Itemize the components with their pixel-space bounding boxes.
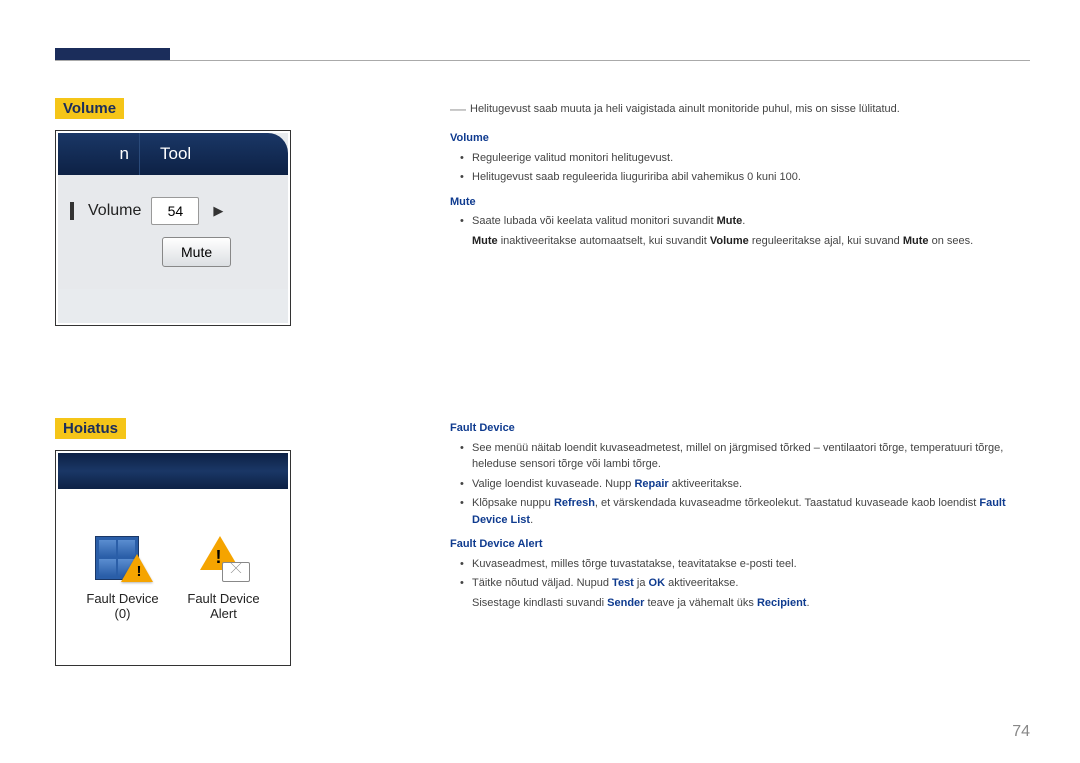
term-mute: Mute	[472, 235, 498, 247]
tab-tool[interactable]: Tool	[140, 133, 288, 175]
label-line: Fault Device	[86, 591, 158, 606]
envelope-icon	[222, 562, 250, 582]
list-item: Täitke nõutud väljad. Nupud Test ja OK a…	[472, 575, 1030, 592]
intro-line: ― Helitugevust saab muuta ja heli vaigist…	[450, 98, 1030, 122]
fault-device-bullet-list: See menüü näitab loendit kuvaseadmetest,…	[450, 440, 1030, 529]
term-ok: OK	[649, 577, 666, 589]
header-accent-bar	[55, 48, 170, 60]
volume-arrow-icon[interactable]: ▶	[209, 199, 227, 223]
volume-area: Volume 54 ▶ Mute	[58, 175, 288, 289]
tab-left-fragment: n	[58, 133, 140, 175]
list-item: Reguleerige valitud monitori helitugevus…	[472, 150, 1030, 167]
text-fragment: Saate lubada või keelata valitud monitor…	[472, 215, 717, 227]
text-fragment: Sisestage kindlasti suvandi	[472, 597, 607, 609]
fault-alert-label: Fault Device Alert	[187, 592, 259, 622]
list-item: Klõpsake nuppu Refresh, et värskendada k…	[472, 495, 1030, 528]
term-sender: Sender	[607, 597, 644, 609]
text-fragment: Täitke nõutud väljad. Nupud	[472, 577, 612, 589]
list-item: Kuvaseadmest, milles tõrge tuvastatakse,…	[472, 556, 1030, 573]
page-number: 74	[1012, 723, 1030, 741]
volume-ui-panel: n Tool Volume 54 ▶ Mute	[58, 133, 288, 323]
text-fragment: ja	[634, 577, 649, 589]
subhead-volume: Volume	[450, 130, 1030, 147]
term-test: Test	[612, 577, 634, 589]
text-fragment: aktiveeritakse.	[665, 577, 738, 589]
text-fragment: Klõpsake nuppu	[472, 497, 554, 509]
text-fragment: .	[806, 597, 809, 609]
section-heading-volume: Volume	[55, 98, 124, 119]
list-item: Saate lubada või keelata valitud monitor…	[472, 213, 1030, 230]
dash-icon: ―	[450, 101, 466, 118]
header-rule	[55, 60, 1030, 61]
term-volume: Volume	[710, 235, 749, 247]
fault-alert-bullet-list: Kuvaseadmest, milles tõrge tuvastatakse,…	[450, 556, 1030, 592]
volume-label: Volume	[88, 202, 141, 220]
term-mute: Mute	[717, 215, 743, 227]
intro-text: Helitugevust saab muuta ja heli vaigista…	[470, 103, 900, 115]
fault-device-label: Fault Device (0)	[86, 592, 158, 622]
term-mute: Mute	[903, 235, 929, 247]
label-line: Fault Device	[187, 591, 259, 606]
term-recipient: Recipient	[757, 597, 807, 609]
fault-alert-item[interactable]: ! Fault Device Alert	[187, 530, 259, 622]
section-volume-heading-wrap: Volume	[55, 98, 124, 119]
section-heading-alert: Hoiatus	[55, 418, 126, 439]
image-frame: n Tool Volume 54 ▶ Mute	[55, 130, 291, 326]
volume-icon-bar	[70, 202, 74, 220]
text-fragment: Valige loendist kuvaseade. Nupp	[472, 478, 634, 490]
fault-ui-panel: ! Fault Device (0) ! Fault Device	[58, 453, 288, 663]
volume-bullet-list: Reguleerige valitud monitori helitugevus…	[450, 150, 1030, 186]
text-fragment: .	[530, 514, 533, 526]
text-fragment: reguleeritakse ajal, kui suvand	[749, 235, 903, 247]
sender-note-line: Sisestage kindlasti suvandi Sender teave…	[450, 595, 1030, 612]
subhead-fault-alert: Fault Device Alert	[450, 536, 1030, 553]
label-line: Alert	[210, 606, 237, 621]
term-repair: Repair	[634, 478, 668, 490]
section-alert-heading-wrap: Hoiatus	[55, 418, 126, 439]
text-fragment: teave ja vähemalt üks	[644, 597, 757, 609]
panel-header-strip	[58, 453, 288, 489]
mute-button[interactable]: Mute	[162, 237, 231, 267]
list-item: Helitugevust saab reguleerida liuguririb…	[472, 169, 1030, 186]
term-refresh: Refresh	[554, 497, 595, 509]
mute-bullet-list: Saate lubada või keelata valitud monitor…	[450, 213, 1030, 230]
text-fragment: on sees.	[929, 235, 974, 247]
list-item: Valige loendist kuvaseade. Nupp Repair a…	[472, 476, 1030, 493]
volume-row: Volume 54 ▶	[70, 197, 276, 225]
text-fragment: inaktiveeritakse automaatselt, kui suvan…	[498, 235, 710, 247]
fault-panel-figure: ! Fault Device (0) ! Fault Device	[55, 450, 291, 668]
text-fragment: .	[742, 215, 745, 227]
image-frame: ! Fault Device (0) ! Fault Device	[55, 450, 291, 666]
label-count: (0)	[115, 606, 131, 621]
volume-text-block: ― Helitugevust saab muuta ja heli vaigist…	[450, 98, 1030, 252]
mute-note-line: Mute inaktiveeritakse automaatselt, kui …	[450, 233, 1030, 250]
text-fragment: , et värskendada kuvaseadme tõrkeolekut.…	[595, 497, 979, 509]
exclamation-icon: !	[137, 563, 142, 580]
fault-icons-area: ! Fault Device (0) ! Fault Device	[58, 489, 288, 663]
alert-text-block: Fault Device See menüü näitab loendit ku…	[450, 420, 1030, 614]
exclamation-icon: !	[216, 547, 222, 568]
fault-alert-icon: !	[196, 530, 252, 586]
volume-panel-figure: n Tool Volume 54 ▶ Mute	[55, 130, 291, 328]
subhead-fault-device: Fault Device	[450, 420, 1030, 437]
volume-value-field[interactable]: 54	[151, 197, 199, 225]
fault-device-icon: !	[93, 530, 153, 586]
list-item: See menüü näitab loendit kuvaseadmetest,…	[472, 440, 1030, 473]
tab-bar: n Tool	[58, 133, 288, 175]
fault-device-item[interactable]: ! Fault Device (0)	[86, 530, 158, 622]
text-fragment: aktiveeritakse.	[669, 478, 742, 490]
subhead-mute: Mute	[450, 194, 1030, 211]
